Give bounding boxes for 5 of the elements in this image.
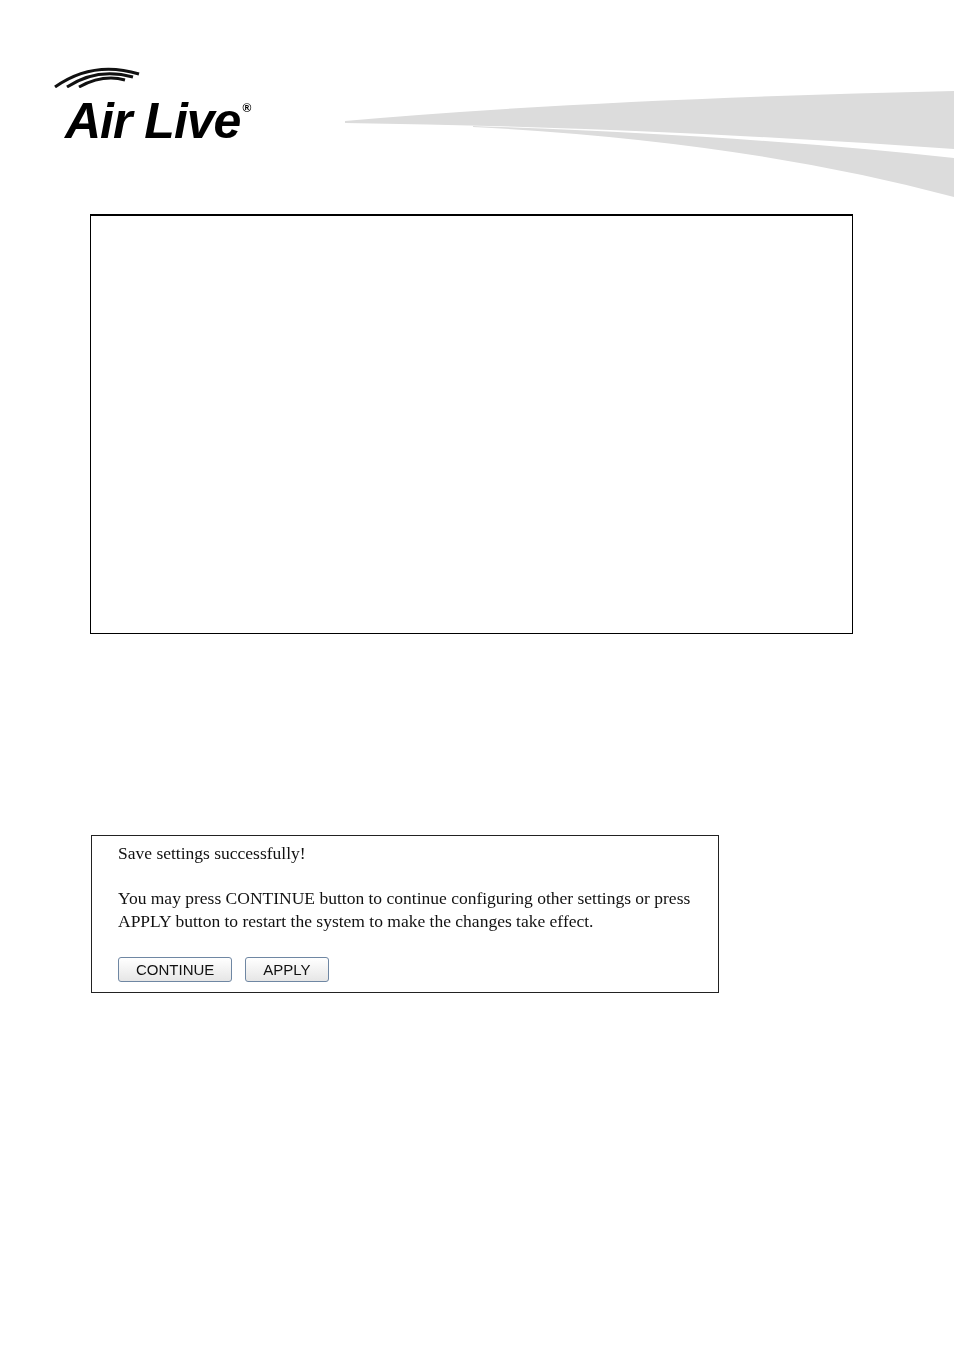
action-button[interactable]: CONTINUE (118, 957, 233, 982)
status-message: Save settings successfully! (118, 842, 307, 865)
logo-text: Air Live$^{®}$ (65, 92, 251, 141)
action-button[interactable]: APPLY (245, 957, 329, 982)
instructions-text: You may press CONTINUE button to continue configuring other settings or press APPLY button to restart the system to make the changes take effect. (118, 887, 692, 933)
